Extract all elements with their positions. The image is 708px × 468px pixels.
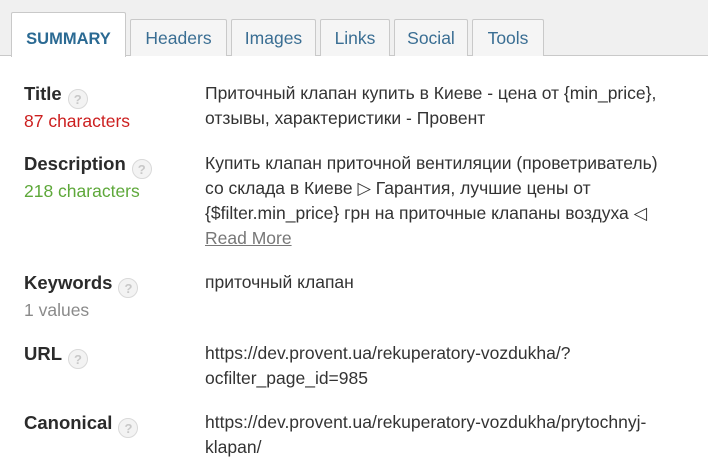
canonical-value-line: https://dev.provent.ua/rekuperatory-vozd… bbox=[205, 412, 647, 432]
url-label: URL? bbox=[24, 341, 89, 369]
description-label: Description? bbox=[24, 151, 152, 179]
tab-summary[interactable]: SUMMARY bbox=[11, 12, 126, 57]
title-value-line: Приточный клапан купить в Киеве - цена о… bbox=[205, 83, 657, 103]
help-icon[interactable]: ? bbox=[118, 418, 139, 438]
keywords-count: 1 values bbox=[24, 300, 90, 320]
tab-images[interactable]: Images bbox=[231, 19, 316, 56]
url-value-line: ocfilter_page_id=985 bbox=[205, 368, 368, 388]
title-value: Приточный клапан купить в Киеве - цена о… bbox=[205, 81, 700, 131]
keywords-label-text: Keywords bbox=[24, 272, 113, 293]
url-value: https://dev.provent.ua/rekuperatory-vozd… bbox=[205, 341, 700, 391]
url-value-line: https://dev.provent.ua/rekuperatory-vozd… bbox=[205, 343, 571, 363]
description-label-text: Description bbox=[24, 153, 126, 174]
description-value-line: Купить клапан приточной вентиляции (пров… bbox=[205, 153, 658, 173]
help-icon[interactable]: ? bbox=[131, 159, 152, 179]
title-char-count: 87 characters bbox=[24, 111, 131, 131]
canonical-value-line: klapan/ bbox=[205, 437, 262, 457]
description-value-line: со склада в Киеве ▷ Гарантия, лучшие цен… bbox=[205, 178, 591, 198]
help-icon[interactable]: ? bbox=[67, 89, 88, 109]
summary-panel: Title? 87 characters Приточный клапан ку… bbox=[0, 56, 708, 468]
description-char-count: 218 characters bbox=[24, 181, 140, 201]
help-icon[interactable]: ? bbox=[68, 349, 89, 369]
canonical-label-text: Canonical bbox=[24, 412, 113, 433]
canonical-value: https://dev.provent.ua/rekuperatory-vozd… bbox=[205, 410, 700, 460]
description-value-line: {$filter.min_price} грн на приточные кла… bbox=[205, 203, 648, 223]
keywords-value: приточный клапан bbox=[205, 270, 700, 295]
keywords-label: Keywords? bbox=[24, 270, 139, 298]
tab-links[interactable]: Links bbox=[320, 19, 390, 56]
tab-bar: SUMMARY Headers Images Links Social Tool… bbox=[0, 0, 708, 57]
tab-tools[interactable]: Tools bbox=[472, 19, 544, 56]
tab-social[interactable]: Social bbox=[394, 19, 468, 56]
url-label-text: URL bbox=[24, 343, 63, 364]
title-label-text: Title bbox=[24, 83, 62, 104]
title-value-line: отзывы, характеристики - Провент bbox=[205, 108, 486, 128]
read-more-link[interactable]: Read More bbox=[205, 228, 292, 248]
keywords-value-line: приточный клапан bbox=[205, 272, 354, 292]
canonical-label: Canonical? bbox=[24, 410, 139, 438]
tab-headers[interactable]: Headers bbox=[130, 19, 227, 56]
description-value: Купить клапан приточной вентиляции (пров… bbox=[205, 151, 700, 251]
title-label: Title? bbox=[24, 81, 88, 109]
help-icon[interactable]: ? bbox=[118, 278, 139, 298]
